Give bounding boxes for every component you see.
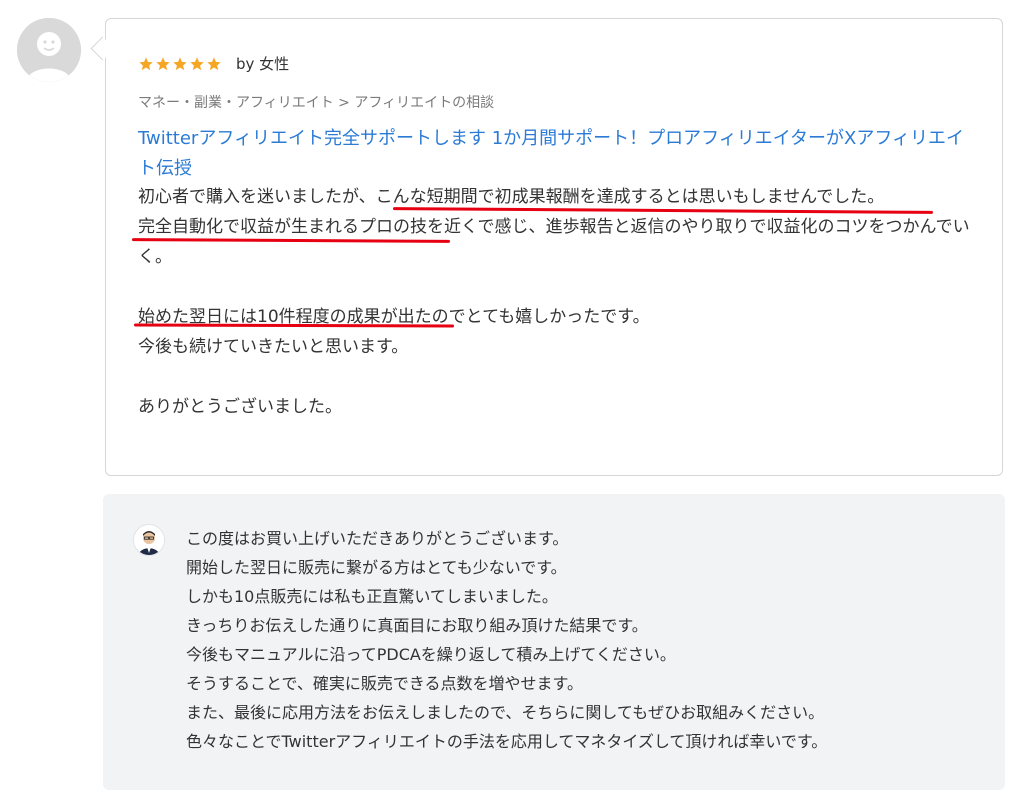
star-icon [173,56,187,70]
rating-row: by 女性 [138,53,289,74]
seller-reply: この度はお買い上げいただきありがとうございます。 開始した翌日に販売に繋がる方は… [103,494,1005,790]
seller-portrait-icon [134,525,164,555]
reviewer-label: by 女性 [236,55,290,73]
star-icon [190,56,204,70]
user-silhouette-icon [17,18,81,82]
category-breadcrumb[interactable]: マネー・副業・アフィリエイト > アフィリエイトの相談 [138,92,494,112]
review-body: 初心者で購入を迷いましたが、こんな短期間で初成果報酬を達成するとは思いもしません… [138,187,970,417]
star-rating [138,56,222,72]
star-icon [207,56,221,70]
star-icon [139,56,153,70]
star-icon [156,56,170,70]
seller-reply-text: この度はお買い上げいただきありがとうございます。 開始した翌日に販売に繋がる方は… [186,529,828,751]
review-card: by 女性 マネー・副業・アフィリエイト > アフィリエイトの相談 Twitte… [105,18,1003,476]
reviewer-avatar [17,18,81,82]
seller-avatar [133,524,165,556]
service-title-link[interactable]: Twitterアフィリエイト完全サポートします 1か月間サポート！プロアフィリエ… [138,124,968,184]
